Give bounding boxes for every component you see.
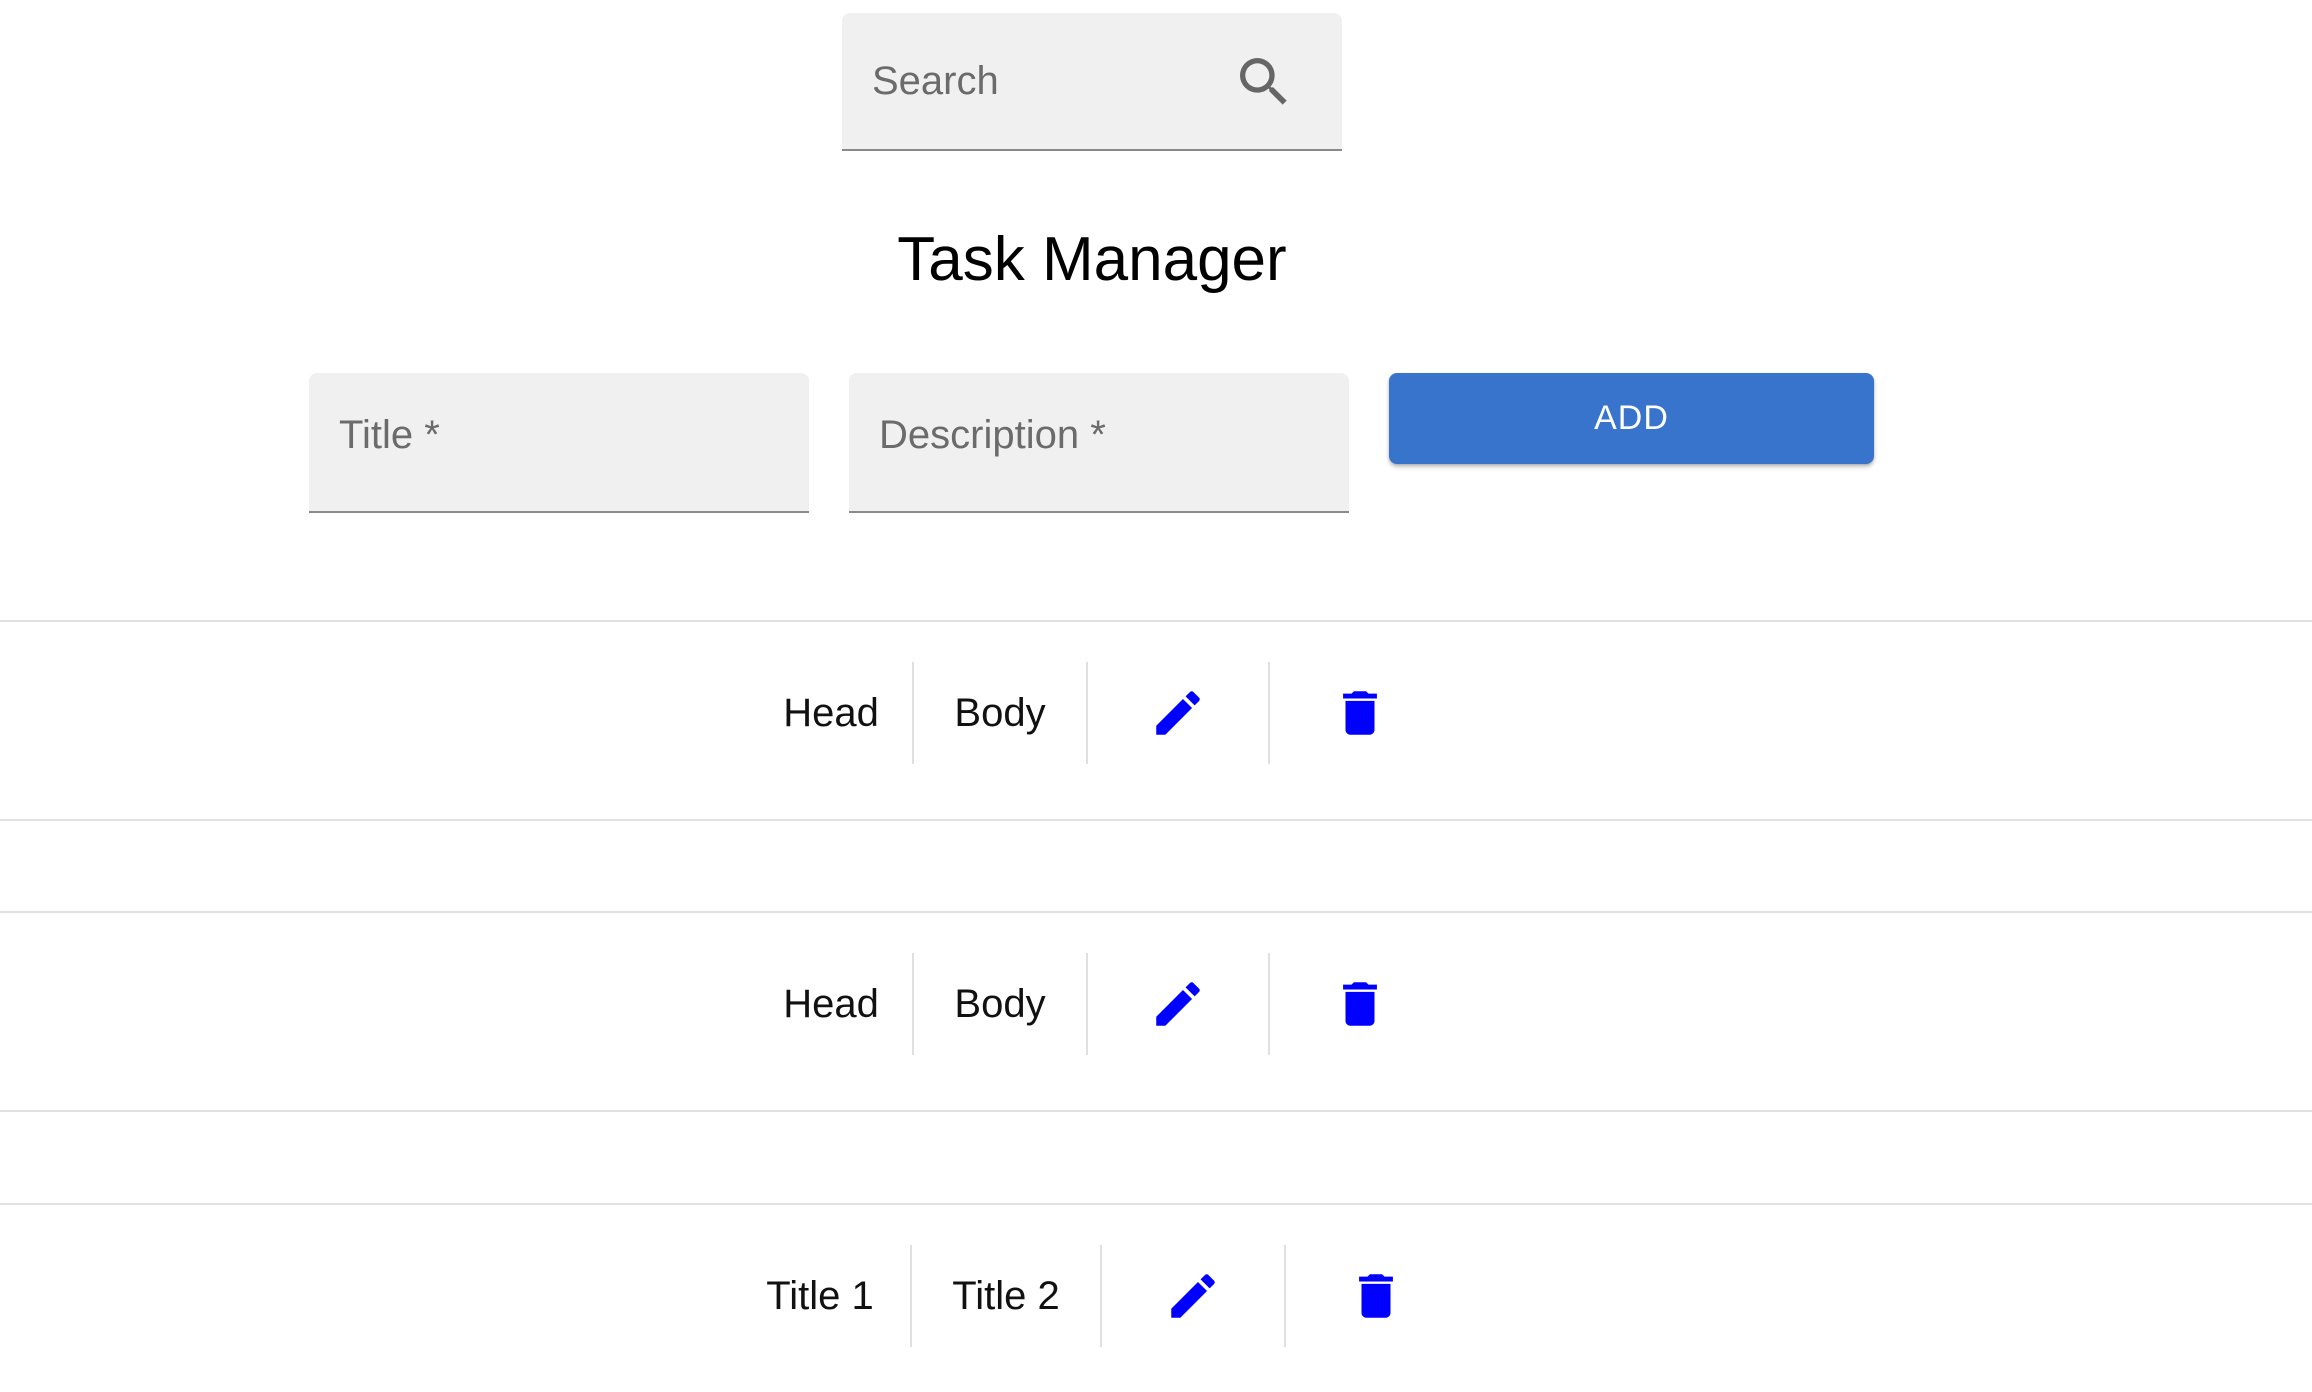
edit-cell xyxy=(1088,953,1270,1055)
edit-cell xyxy=(1102,1245,1286,1347)
page-title: Task Manager xyxy=(897,225,1287,294)
pencil-icon[interactable] xyxy=(1149,684,1207,742)
search-box xyxy=(842,13,1342,151)
trash-icon[interactable] xyxy=(1331,975,1389,1033)
search-input[interactable] xyxy=(872,13,1232,149)
task-title: Head xyxy=(783,981,879,1026)
add-button[interactable]: ADD xyxy=(1389,373,1874,464)
title-input[interactable] xyxy=(339,373,779,511)
task-title: Head xyxy=(783,690,879,735)
task-title: Title 1 xyxy=(766,1273,874,1318)
trash-icon[interactable] xyxy=(1347,1267,1405,1325)
task-description-cell: Body xyxy=(914,662,1088,764)
delete-cell xyxy=(1286,1245,1466,1347)
task-description-cell: Title 2 xyxy=(912,1245,1102,1347)
task-row: Title 1 Title 2 xyxy=(0,1203,2312,1392)
pencil-icon[interactable] xyxy=(1149,975,1207,1033)
trash-icon[interactable] xyxy=(1331,684,1389,742)
task-description: Body xyxy=(954,690,1046,735)
delete-cell xyxy=(1270,953,1450,1055)
description-field[interactable]: Description * xyxy=(849,373,1349,513)
task-description-cell: Body xyxy=(914,953,1088,1055)
task-description: Title 2 xyxy=(952,1273,1060,1318)
page: Task Manager Title * Description * ADD H… xyxy=(0,0,2312,1392)
task-row: Head Body xyxy=(0,911,2312,1112)
description-input[interactable] xyxy=(879,373,1319,511)
edit-cell xyxy=(1088,662,1270,764)
task-title-cell: Head xyxy=(750,953,914,1055)
task-description: Body xyxy=(954,981,1046,1026)
search-icon[interactable] xyxy=(1232,50,1296,114)
title-field[interactable]: Title * xyxy=(309,373,809,513)
task-row: Head Body xyxy=(0,620,2312,821)
task-title-cell: Head xyxy=(750,662,914,764)
delete-cell xyxy=(1270,662,1450,764)
task-title-cell: Title 1 xyxy=(730,1245,912,1347)
pencil-icon[interactable] xyxy=(1164,1267,1222,1325)
